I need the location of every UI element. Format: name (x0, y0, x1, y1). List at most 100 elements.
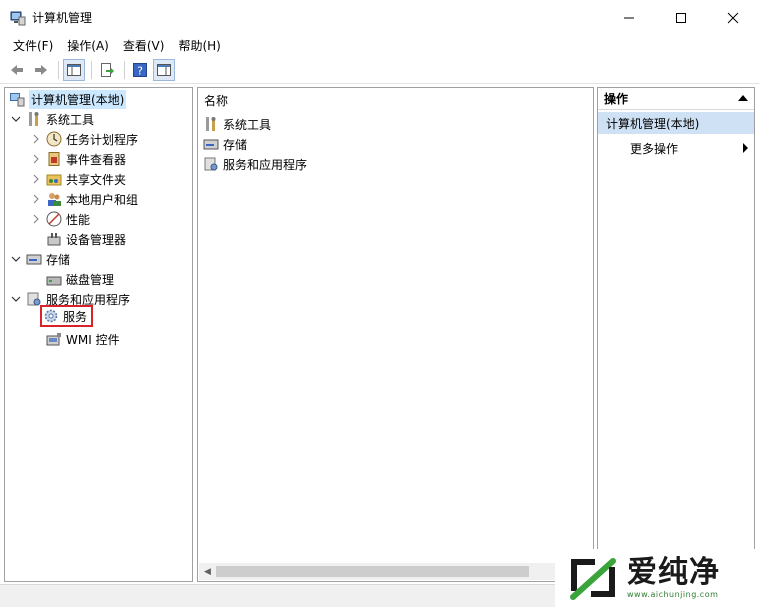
submenu-arrow-icon (743, 143, 748, 153)
expand-right-icon[interactable] (30, 153, 42, 165)
help-icon: ? (133, 63, 147, 78)
export-list-button[interactable] (96, 59, 118, 81)
maximize-button[interactable] (655, 0, 707, 35)
tree-item-system-tools[interactable]: 系统工具 (10, 109, 94, 129)
collapse-up-icon[interactable] (738, 95, 748, 101)
toolbar-separator (124, 61, 125, 79)
close-icon (727, 12, 739, 23)
tree-label-system-tools: 系统工具 (46, 112, 95, 127)
export-list-icon (101, 63, 114, 77)
column-header-name[interactable]: 名称 (198, 88, 593, 112)
storage-icon (26, 254, 42, 265)
window-title: 计算机管理 (32, 11, 93, 25)
expand-right-icon[interactable] (30, 133, 42, 145)
tree-label-device-manager: 设备管理器 (66, 232, 127, 247)
performance-icon (46, 211, 62, 227)
menu-bar: 文件(F) 操作(A) 查看(V) 帮助(H) (0, 35, 759, 57)
tree-label-wmi: WMI 控件 (66, 332, 120, 347)
scrollbar-thumb[interactable] (216, 566, 529, 577)
expand-down-icon[interactable] (10, 113, 22, 125)
list-item-label: 服务和应用程序 (223, 157, 308, 172)
computer-management-icon (10, 93, 25, 107)
console-tree-button[interactable] (63, 59, 85, 81)
services-apps-icon (204, 157, 218, 171)
tree-item-performance[interactable]: 性能 (30, 209, 90, 229)
disk-icon (46, 276, 62, 286)
tree-item-shared-folders[interactable]: 共享文件夹 (30, 169, 126, 189)
toolbar: ? (0, 57, 759, 84)
event-log-icon (48, 152, 60, 166)
expand-right-icon[interactable] (30, 193, 42, 205)
menu-action[interactable]: 操作(A) (60, 35, 116, 57)
tree-label-root: 计算机管理(本地) (29, 89, 127, 109)
tools-icon (29, 112, 39, 126)
show-hide-console-tree-icon (67, 64, 81, 76)
toolbar-separator (91, 61, 92, 79)
list-item[interactable]: 服务和应用程序 (203, 154, 307, 174)
list-item-label: 系统工具 (223, 117, 272, 132)
clock-icon (46, 131, 62, 147)
toolbar-separator (58, 61, 59, 79)
expand-down-icon[interactable] (10, 253, 22, 265)
scroll-left-icon[interactable]: ◀ (199, 563, 216, 580)
show-hide-action-pane-icon (157, 64, 171, 76)
watermark-url: www.aichunjing.com (627, 590, 719, 599)
tree-item-event-viewer[interactable]: 事件查看器 (30, 149, 126, 169)
services-highlight: 服务 (40, 305, 94, 327)
tree-item-wmi[interactable]: WMI 控件 (46, 329, 120, 349)
results-pane: 名称 系统工具 存储 服务和应用程序 ◀ ▶ (197, 87, 594, 582)
close-button[interactable] (707, 0, 759, 35)
tree-label-services: 服务 (63, 309, 88, 324)
minimize-button[interactable] (603, 0, 655, 35)
action-pane-button[interactable] (153, 59, 175, 81)
tree-item-local-users[interactable]: 本地用户和组 (30, 189, 138, 209)
tree-label-event-viewer: 事件查看器 (66, 152, 127, 167)
minimize-icon (624, 17, 634, 18)
actions-pane: 操作 计算机管理(本地) 更多操作 (597, 87, 755, 582)
shared-folder-icon (46, 174, 62, 186)
tree-item-storage[interactable]: 存储 (10, 249, 70, 269)
tree-item-root[interactable]: 计算机管理(本地) (9, 89, 127, 109)
gear-icon (44, 309, 58, 323)
tree-item-services[interactable]: 服务 (40, 305, 94, 327)
horizontal-scrollbar[interactable]: ◀ ▶ (199, 563, 592, 580)
list-item[interactable]: 系统工具 (203, 114, 271, 134)
watermark-logo (570, 558, 616, 600)
list-item[interactable]: 存储 (203, 134, 247, 154)
svg-text:?: ? (137, 65, 143, 78)
tree-item-task-scheduler[interactable]: 任务计划程序 (30, 129, 138, 149)
watermark-title: 爱纯净 (627, 555, 720, 590)
maximize-icon (676, 12, 686, 23)
more-actions-item[interactable]: 更多操作 (630, 138, 750, 158)
forward-arrow-icon (35, 65, 47, 75)
title-bar: 计算机管理 (0, 0, 759, 35)
storage-icon (203, 139, 219, 150)
expand-down-icon[interactable] (10, 293, 22, 305)
forward-button[interactable] (30, 59, 52, 81)
tree-label-storage: 存储 (46, 252, 71, 267)
back-button[interactable] (6, 59, 28, 81)
menu-view[interactable]: 查看(V) (116, 35, 172, 57)
tree-label-disk-management: 磁盘管理 (66, 272, 115, 287)
list-item-label: 存储 (223, 137, 248, 152)
menu-file[interactable]: 文件(F) (6, 35, 60, 57)
menu-help[interactable]: 帮助(H) (171, 35, 227, 57)
tree-label-performance: 性能 (66, 212, 91, 227)
tools-icon (206, 117, 216, 131)
expand-right-icon[interactable] (30, 173, 42, 185)
wmi-control-icon (46, 333, 61, 346)
expand-right-icon[interactable] (30, 213, 42, 225)
actions-section-header[interactable]: 计算机管理(本地) (598, 112, 754, 134)
device-manager-icon (47, 233, 61, 246)
help-button[interactable]: ? (129, 59, 151, 81)
actions-section-label: 计算机管理(本地) (606, 116, 700, 131)
console-tree: 计算机管理(本地) 系统工具 任务计划程序 事件查看器 共享文件夹 本地用户和组… (4, 87, 193, 582)
tree-label-local-users: 本地用户和组 (66, 192, 139, 207)
tree-item-disk-management[interactable]: 磁盘管理 (46, 269, 114, 289)
tree-label-shared-folders: 共享文件夹 (66, 172, 127, 187)
tree-label-task-scheduler: 任务计划程序 (66, 132, 139, 147)
back-arrow-icon (11, 65, 23, 75)
more-actions-label: 更多操作 (630, 141, 679, 156)
users-icon (48, 193, 61, 206)
tree-item-device-manager[interactable]: 设备管理器 (46, 229, 126, 249)
